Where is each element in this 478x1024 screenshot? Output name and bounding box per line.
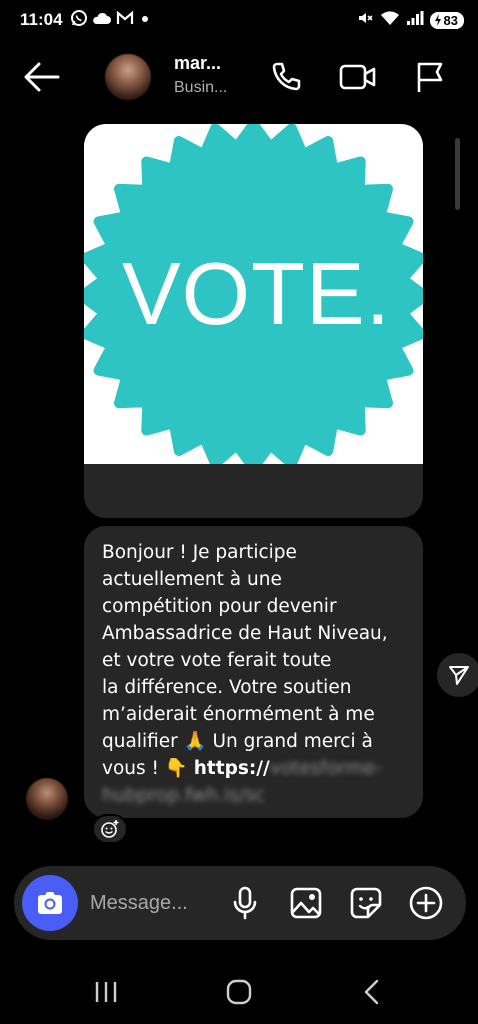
recents-button[interactable] — [86, 976, 126, 1008]
emoji-add-icon — [101, 820, 119, 838]
recents-icon — [95, 982, 117, 1002]
camera-icon — [38, 892, 62, 914]
gmail-icon — [116, 10, 134, 26]
mute-icon — [356, 9, 374, 31]
phone-icon — [272, 62, 301, 91]
nav-back-button[interactable] — [352, 976, 392, 1008]
message-body: Bonjour ! Je participe actuellement à un… — [102, 542, 388, 779]
home-icon — [226, 979, 252, 1005]
contact-name[interactable]: mar... — [174, 53, 221, 74]
status-bar: 11:04 83 — [0, 0, 478, 40]
back-arrow-icon — [24, 62, 60, 92]
message-composer — [14, 866, 466, 940]
back-button[interactable] — [22, 60, 62, 94]
vote-image: VOTE. — [84, 124, 423, 464]
signal-icon — [406, 10, 424, 30]
sticker-button[interactable] — [348, 885, 384, 921]
video-call-button[interactable] — [338, 58, 378, 96]
microphone-icon — [233, 886, 257, 920]
send-icon — [449, 666, 469, 685]
battery-icon: 83 — [429, 11, 464, 29]
add-reaction-button[interactable] — [92, 814, 128, 844]
share-button[interactable] — [437, 653, 478, 697]
whatsapp-icon — [70, 9, 88, 27]
message-bubble[interactable]: Bonjour ! Je participe actuellement à un… — [84, 526, 423, 818]
plus-circle-icon — [409, 886, 443, 920]
image-message[interactable]: VOTE. — [84, 124, 423, 518]
video-camera-icon — [339, 64, 376, 90]
gallery-button[interactable] — [288, 885, 324, 921]
microphone-button[interactable] — [227, 885, 263, 921]
scrollbar[interactable] — [455, 138, 460, 210]
message-text: Bonjour ! Je participe actuellement à un… — [102, 539, 409, 809]
chat-header: mar... Busin... — [0, 44, 478, 108]
vote-image-text: VOTE. — [121, 244, 392, 343]
message-input[interactable] — [90, 888, 220, 918]
add-button[interactable] — [408, 885, 444, 921]
notification-icons — [70, 9, 152, 27]
message-link[interactable]: https:// — [194, 758, 270, 779]
report-button[interactable] — [410, 58, 450, 96]
flag-icon — [417, 62, 443, 92]
sticker-icon — [350, 887, 382, 919]
status-time: 11:04 — [20, 10, 63, 29]
voice-call-button[interactable] — [266, 58, 306, 96]
contact-subtitle[interactable]: Busin... — [174, 79, 227, 97]
battery-level: 83 — [443, 12, 458, 28]
camera-button[interactable] — [22, 875, 78, 931]
contact-avatar[interactable] — [105, 54, 151, 100]
back-icon — [364, 979, 379, 1005]
dot-icon — [138, 11, 152, 25]
home-button[interactable] — [219, 976, 259, 1008]
system-status: 83 — [356, 9, 464, 31]
gallery-icon — [290, 887, 322, 919]
system-navigation-bar — [0, 960, 478, 1024]
sender-avatar[interactable] — [26, 778, 68, 820]
wifi-icon — [380, 10, 400, 30]
cloud-icon — [92, 10, 112, 26]
